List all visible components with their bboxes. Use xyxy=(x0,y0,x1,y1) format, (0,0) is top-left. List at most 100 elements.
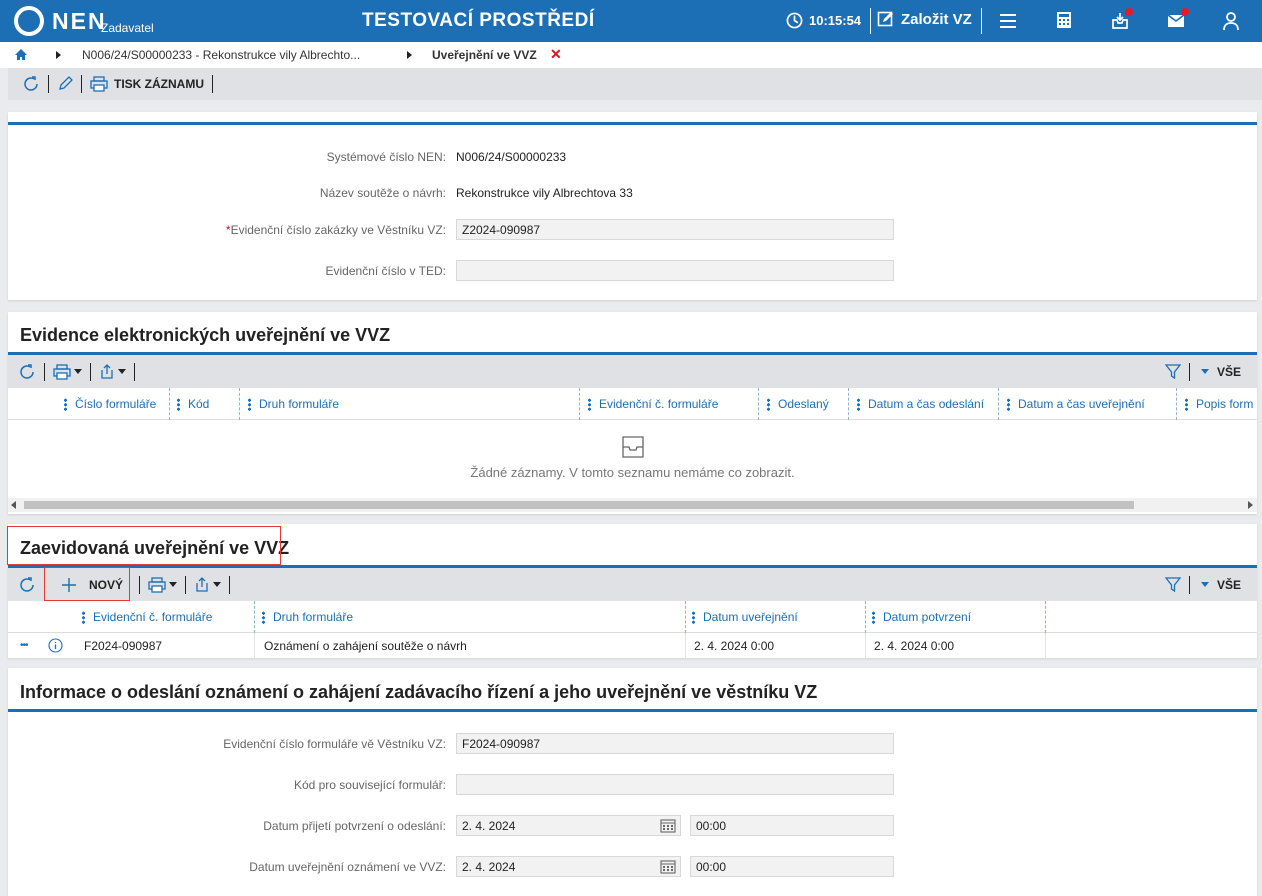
column-header[interactable]: Datum a čas odeslání xyxy=(857,397,984,411)
filter-all-label: VŠE xyxy=(1216,364,1241,379)
column-header[interactable]: Druh formuláře xyxy=(262,610,353,624)
table-row[interactable]: ••• F2024-090987 Oznámení o zahájení sou… xyxy=(8,633,1257,659)
export-menu-button[interactable] xyxy=(194,576,222,593)
column-divider xyxy=(254,601,255,633)
divider xyxy=(870,8,871,34)
print-record-label: TISK ZÁZNAMU xyxy=(114,77,204,91)
column-header[interactable]: Popis form xyxy=(1185,397,1253,411)
form-number-field[interactable]: F2024-090987 xyxy=(456,733,894,754)
confirmation-date-field[interactable]: 2. 4. 2024 xyxy=(456,815,681,836)
row-actions-button[interactable]: ••• xyxy=(20,640,28,651)
column-label: Druh formuláře xyxy=(259,397,340,411)
filter-all-label: VŠE xyxy=(1216,577,1241,592)
column-menu-icon xyxy=(857,397,860,411)
column-header[interactable]: Kód xyxy=(177,397,209,411)
scroll-left-icon[interactable] xyxy=(11,501,16,509)
section-title: Evidence elektronických uveřejnění ve VV… xyxy=(20,325,391,345)
refresh-icon xyxy=(24,76,38,91)
user-button[interactable] xyxy=(1222,11,1242,31)
column-menu-icon xyxy=(1185,397,1188,411)
filter-button[interactable] xyxy=(1164,363,1181,380)
title-highlight xyxy=(7,526,281,565)
top-bar: NEN Zadavatel TESTOVACÍ PROSTŘEDÍ 10:15:… xyxy=(0,0,1262,42)
column-header[interactable]: Datum uveřejnění xyxy=(692,610,798,624)
column-header[interactable]: Evidenční č. formuláře xyxy=(588,397,718,411)
form-type-cell: Oznámení o zahájení soutěže o návrh xyxy=(264,639,467,653)
section-rule xyxy=(8,122,1257,125)
section-title: Informace o odeslání oznámení o zahájení… xyxy=(20,682,818,702)
print-record-button[interactable]: TISK ZÁZNAMU xyxy=(90,76,204,92)
row-info-button[interactable] xyxy=(48,638,63,653)
column-divider xyxy=(685,601,686,633)
ted-number-field[interactable] xyxy=(456,260,894,281)
refresh-icon xyxy=(20,576,34,592)
home-link[interactable] xyxy=(14,48,28,61)
publication-date-row: Datum uveřejnění oznámení ve VVZ: 2. 4. … xyxy=(8,856,908,878)
publication-date-value: 2. 4. 2024 xyxy=(462,860,516,874)
refresh-button[interactable] xyxy=(18,363,36,381)
publication-date-field[interactable]: 2. 4. 2024 xyxy=(456,856,681,877)
calendar-icon[interactable] xyxy=(660,818,676,833)
contest-name-row: Název soutěže o návrh: Rekonstrukce vily… xyxy=(8,182,908,204)
basic-info-card: Systémové číslo NEN: N006/24/S00000233 N… xyxy=(8,112,1257,300)
close-tab-icon[interactable]: ✕ xyxy=(550,46,562,63)
horizontal-scrollbar[interactable] xyxy=(8,498,1257,512)
new-button-highlight xyxy=(44,567,130,601)
publication-time-field[interactable]: 00:00 xyxy=(690,856,894,877)
column-label: Evidenční č. formuláře xyxy=(599,397,719,411)
empty-tray-icon xyxy=(621,436,644,458)
system-number-label: Systémové číslo NEN: xyxy=(326,150,446,164)
create-vz-button[interactable]: Založit VZ xyxy=(877,10,972,28)
chevron-down-icon xyxy=(74,369,82,374)
cell-divider xyxy=(865,633,866,659)
chevron-down-icon xyxy=(169,582,178,587)
column-header[interactable]: Evidenční č. formuláře xyxy=(82,610,212,624)
menu-button[interactable] xyxy=(998,11,1018,31)
refresh-button[interactable] xyxy=(18,576,36,594)
ted-number-label: Evidenční číslo v TED: xyxy=(325,264,447,278)
breadcrumb-record-link[interactable]: N006/24/S00000233 - Rekonstrukce vily Al… xyxy=(82,48,360,62)
logo-ring-icon xyxy=(14,6,44,36)
filter-button[interactable] xyxy=(1164,576,1181,593)
print-menu-button[interactable] xyxy=(53,363,82,380)
confirmation-date-label: Datum přijetí potvrzení o odeslání: xyxy=(263,819,446,833)
filter-all-dropdown[interactable]: VŠE xyxy=(1198,578,1241,592)
grid-toolbar: VŠE xyxy=(8,355,1257,388)
column-header[interactable]: Datum a čas uveřejnění xyxy=(1007,397,1145,411)
vvz-number-field[interactable]: Z2024-090987 xyxy=(456,219,894,240)
column-header[interactable]: Odeslaný xyxy=(767,397,829,411)
record-toolbar: TISK ZÁZNAMU xyxy=(8,68,1262,100)
calculator-button[interactable] xyxy=(1055,11,1075,31)
column-divider xyxy=(239,388,240,420)
electronic-publications-card: Evidence elektronických uveřejnění ve VV… xyxy=(8,312,1257,514)
info-icon xyxy=(48,638,63,653)
column-header[interactable]: Datum potvrzení xyxy=(872,610,971,624)
scroll-right-icon[interactable] xyxy=(1248,501,1253,509)
calendar-icon[interactable] xyxy=(660,859,676,874)
refresh-icon xyxy=(20,363,34,379)
column-header[interactable]: Číslo formuláře xyxy=(64,397,156,411)
export-menu-button[interactable] xyxy=(99,363,126,380)
inbox-notification-dot xyxy=(1125,8,1133,16)
refresh-button[interactable] xyxy=(22,75,40,93)
column-label: Datum a čas odeslání xyxy=(868,397,985,411)
column-divider xyxy=(998,388,999,420)
print-menu-button[interactable] xyxy=(148,576,178,593)
confirmation-time-field[interactable]: 00:00 xyxy=(690,815,894,836)
chevron-down-icon xyxy=(118,369,126,374)
related-code-row: Kód pro související formulář: xyxy=(8,774,908,796)
nen-logo[interactable]: NEN xyxy=(14,5,107,37)
edit-button[interactable] xyxy=(57,76,73,92)
scrollbar-thumb[interactable] xyxy=(24,501,1134,509)
system-number-value: N006/24/S00000233 xyxy=(456,150,567,164)
related-code-field[interactable] xyxy=(456,774,894,795)
column-header[interactable]: Druh formuláře xyxy=(248,397,339,411)
filter-all-dropdown[interactable]: VŠE xyxy=(1198,365,1241,379)
calculator-icon xyxy=(1057,12,1071,28)
divider xyxy=(212,75,213,93)
column-divider xyxy=(579,388,580,420)
confirmation-date-value: 2. 4. 2024 xyxy=(462,819,516,833)
column-menu-icon xyxy=(588,397,591,411)
system-number-row: Systémové číslo NEN: N006/24/S00000233 xyxy=(8,146,908,168)
grid-toolbar: NOVÝ VŠE xyxy=(8,568,1257,601)
